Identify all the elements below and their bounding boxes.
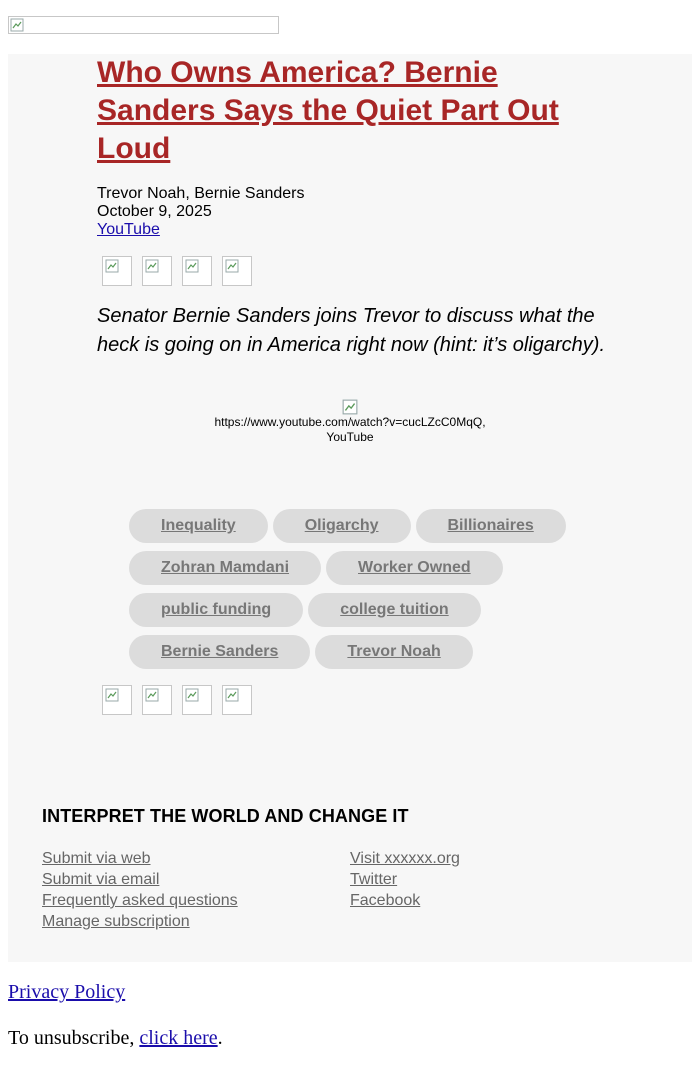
tag-worker-owned[interactable]: Worker Owned <box>326 551 503 585</box>
unsubscribe-prefix: To unsubscribe, <box>8 1027 140 1049</box>
tag-oligarchy[interactable]: Oligarchy <box>272 509 411 543</box>
manage-subscription-link[interactable]: Manage subscription <box>42 911 238 932</box>
facebook-link[interactable]: Facebook <box>350 890 460 911</box>
unsubscribe-suffix: . <box>217 1027 223 1049</box>
article-source-link[interactable]: YouTube <box>97 221 160 238</box>
tag-row: Inequality Oligarchy Billionaires <box>129 509 579 543</box>
video-caption-url: https://www.youtube.com/watch?v=cucLZcC0… <box>214 415 486 429</box>
submit-via-web-link[interactable]: Submit via web <box>42 848 238 869</box>
article-date: October 9, 2025 <box>97 203 212 220</box>
share-icons-bottom <box>102 685 252 715</box>
tag-row: Bernie Sanders Trevor Noah <box>129 635 579 669</box>
tag-row: public funding college tuition <box>129 593 579 627</box>
tag-zohran-mamdani[interactable]: Zohran Mamdani <box>129 551 322 585</box>
unsubscribe-link[interactable]: click here <box>139 1027 217 1049</box>
article-card: Who Owns America? Bernie Sanders Says th… <box>8 54 692 962</box>
tag-college-tuition[interactable]: college tuition <box>308 593 481 627</box>
broken-image-icon <box>342 399 358 415</box>
privacy-policy-link[interactable]: Privacy Policy <box>8 981 125 1004</box>
footer-links-right: Visit xxxxxx.org Twitter Facebook <box>350 848 460 911</box>
article-meta: Trevor Noah, Bernie Sanders October 9, 2… <box>97 185 305 239</box>
tag-bernie-sanders[interactable]: Bernie Sanders <box>129 635 311 669</box>
share-icon-1[interactable] <box>102 685 132 715</box>
tag-inequality[interactable]: Inequality <box>129 509 268 543</box>
tag-list: Inequality Oligarchy Billionaires Zohran… <box>129 509 579 677</box>
unsubscribe-text: To unsubscribe, click here. <box>8 1027 223 1050</box>
tag-row: Zohran Mamdani Worker Owned <box>129 551 579 585</box>
share-icons-top <box>102 256 252 286</box>
footer-heading: INTERPRET THE WORLD AND CHANGE IT <box>42 806 409 826</box>
logo-image <box>8 16 279 34</box>
share-icon-3[interactable] <box>182 685 212 715</box>
article-summary: Senator Bernie Sanders joins Trevor to d… <box>97 305 606 356</box>
video-caption-source: YouTube <box>326 430 374 444</box>
share-icon-4[interactable] <box>222 256 252 286</box>
article-authors: Trevor Noah, Bernie Sanders <box>97 185 305 202</box>
faq-link[interactable]: Frequently asked questions <box>42 890 238 911</box>
tag-trevor-noah[interactable]: Trevor Noah <box>315 635 473 669</box>
video-embed[interactable]: https://www.youtube.com/watch?v=cucLZcC0… <box>188 399 512 445</box>
share-icon-2[interactable] <box>142 256 172 286</box>
broken-image-icon <box>10 18 24 32</box>
twitter-link[interactable]: Twitter <box>350 869 460 890</box>
share-icon-3[interactable] <box>182 256 212 286</box>
article-title-link[interactable]: Who Owns America? Bernie Sanders Says th… <box>97 54 597 168</box>
tag-billionaires[interactable]: Billionaires <box>415 509 566 543</box>
submit-via-email-link[interactable]: Submit via email <box>42 869 238 890</box>
visit-site-link[interactable]: Visit xxxxxx.org <box>350 848 460 869</box>
share-icon-2[interactable] <box>142 685 172 715</box>
tag-public-funding[interactable]: public funding <box>129 593 304 627</box>
share-icon-1[interactable] <box>102 256 132 286</box>
share-icon-4[interactable] <box>222 685 252 715</box>
footer-links-left: Submit via web Submit via email Frequent… <box>42 848 238 932</box>
